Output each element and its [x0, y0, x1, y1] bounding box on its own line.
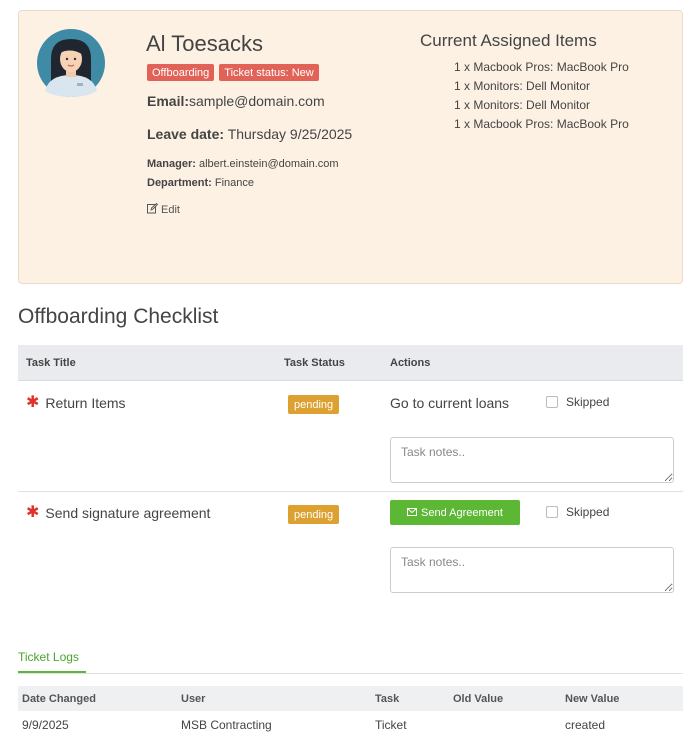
employee-profile-card: Al Toesacks Offboarding Ticket status: N…	[18, 10, 683, 284]
table-row: 9/9/2025 MSB Contracting Ticket created	[18, 711, 683, 737]
edit-icon	[147, 202, 159, 217]
header-task-title: Task Title	[26, 356, 76, 369]
assigned-items-title: Current Assigned Items	[420, 31, 597, 50]
employee-name: Al Toesacks	[146, 31, 263, 56]
skipped-label: Skipped	[566, 395, 610, 409]
skipped-toggle[interactable]: Skipped	[546, 395, 609, 409]
task-notes-input[interactable]	[390, 547, 674, 593]
ticket-status-badge: Ticket status: New	[219, 64, 319, 81]
task-title-text: Return Items	[45, 395, 126, 411]
employee-email: Email:sample@domain.com	[147, 93, 325, 109]
checklist-table: Task Title Task Status Actions ✱ Return …	[18, 345, 683, 593]
edit-label: Edit	[161, 204, 180, 216]
task-title: ✱ Return Items	[26, 394, 126, 412]
header-old-value: Old Value	[453, 693, 504, 705]
skipped-checkbox[interactable]	[546, 506, 558, 518]
task-status-badge: pending	[288, 505, 340, 524]
assigned-item: 1 x Monitors: Dell Monitor	[454, 79, 591, 93]
send-agreement-label: Send Agreement	[421, 506, 503, 519]
log-date: 9/9/2025	[22, 718, 69, 732]
avatar	[37, 29, 105, 97]
log-new-value: created	[565, 718, 606, 732]
header-task-status: Task Status	[284, 356, 345, 369]
header-task: Task	[375, 693, 400, 705]
task-notes-input[interactable]	[390, 437, 674, 483]
log-user: MSB Contracting	[181, 718, 272, 732]
required-asterisk-icon: ✱	[26, 394, 40, 411]
leave-date-value: Thursday 9/25/2025	[227, 126, 353, 142]
leave-date: Leave date: Thursday 9/25/2025	[147, 126, 352, 142]
required-asterisk-icon: ✱	[26, 504, 40, 521]
logs-header-row: Date Changed User Task Old Value New Val…	[18, 686, 683, 711]
manager-line: Manager: albert.einstein@domain.com	[147, 158, 339, 170]
header-date-changed: Date Changed	[22, 693, 96, 705]
edit-button[interactable]: Edit	[147, 202, 180, 217]
manager-label: Manager:	[147, 158, 196, 170]
assigned-item: 1 x Macbook Pros: MacBook Pro	[454, 117, 629, 131]
logs-tab-bar: Ticket Logs	[18, 648, 683, 674]
skipped-label: Skipped	[566, 505, 610, 519]
offboarding-badge: Offboarding	[147, 64, 215, 81]
task-title-text: Send signature agreement	[45, 505, 211, 521]
envelope-icon	[407, 507, 418, 519]
send-agreement-button[interactable]: Send Agreement	[390, 500, 520, 525]
department-value: Finance	[214, 177, 254, 189]
manager-value: albert.einstein@domain.com	[198, 158, 339, 170]
department-line: Department: Finance	[147, 177, 254, 189]
header-user: User	[181, 693, 206, 705]
go-to-current-loans-link[interactable]: Go to current loans	[390, 395, 509, 411]
checklist-title: Offboarding Checklist	[18, 305, 219, 328]
header-actions: Actions	[390, 356, 431, 369]
email-value: sample@domain.com	[189, 93, 325, 109]
department-label: Department:	[147, 177, 212, 189]
task-status-badge: pending	[288, 395, 340, 414]
email-label: Email:	[147, 93, 190, 109]
task-row-return-items: ✱ Return Items pending Go to current loa…	[18, 382, 683, 492]
checklist-header-row: Task Title Task Status Actions	[18, 345, 683, 381]
skipped-toggle[interactable]: Skipped	[546, 505, 609, 519]
task-row-send-signature: ✱ Send signature agreement pending Send …	[18, 492, 683, 602]
assigned-item: 1 x Macbook Pros: MacBook Pro	[454, 60, 629, 74]
ticket-logs-table: Date Changed User Task Old Value New Val…	[18, 686, 683, 737]
log-task: Ticket	[375, 718, 407, 732]
task-title: ✱ Send signature agreement	[26, 504, 211, 522]
header-new-value: New Value	[565, 693, 620, 705]
assigned-item: 1 x Monitors: Dell Monitor	[454, 98, 591, 112]
assigned-items-list: 1 x Macbook Pros: MacBook Pro 1 x Monito…	[454, 58, 629, 134]
leave-date-label: Leave date:	[147, 126, 225, 142]
badge-group: Offboarding Ticket status: New	[147, 64, 319, 81]
tab-ticket-logs[interactable]: Ticket Logs	[18, 650, 86, 673]
skipped-checkbox[interactable]	[546, 396, 558, 408]
